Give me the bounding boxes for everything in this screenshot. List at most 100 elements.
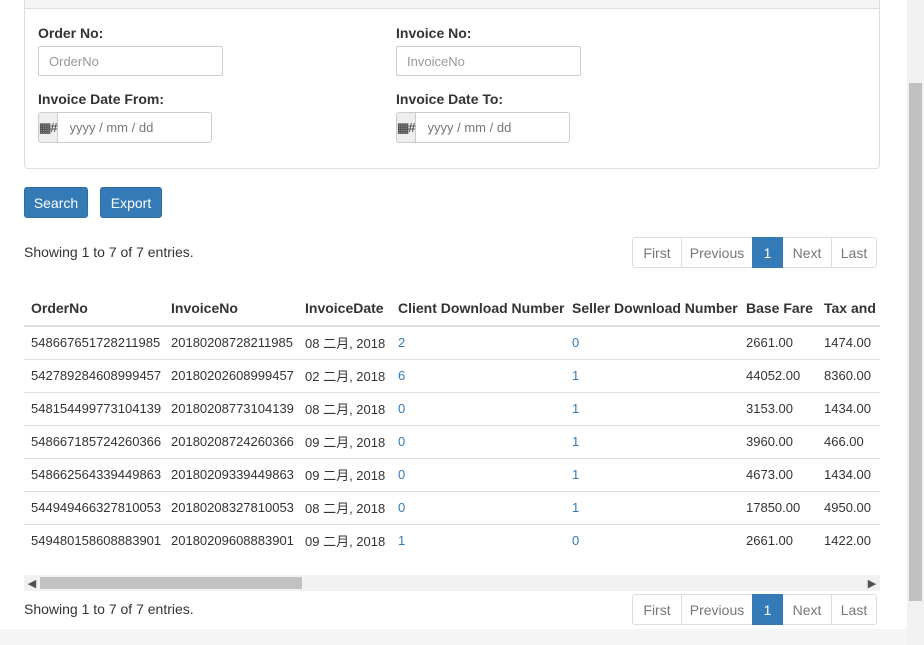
entries-info-top: Showing 1 to 7 of 7 entries.	[24, 244, 194, 260]
seller-download-link[interactable]: 1	[565, 424, 739, 458]
pagination-bottom: First Previous 1 Next Last	[632, 594, 877, 625]
page-previous-button[interactable]: Previous	[681, 594, 753, 625]
page-vertical-scrollbar[interactable]	[907, 0, 924, 645]
invoice-no-label: Invoice No:	[396, 25, 472, 41]
tax-cell: 4950.00	[817, 490, 880, 524]
invoice-no-cell: 20180209608883901	[164, 523, 298, 557]
order-no-label: Order No:	[38, 25, 104, 41]
export-button[interactable]: Export	[100, 187, 162, 218]
invoice-date-to-input[interactable]	[415, 113, 569, 142]
base-fare-cell: 3153.00	[739, 391, 817, 425]
search-button[interactable]: Search	[24, 187, 88, 218]
order-no-cell: 548154499773104139	[24, 391, 164, 425]
scrollbar-thumb[interactable]	[909, 83, 922, 601]
client-download-link[interactable]: 0	[391, 490, 565, 524]
order-no-cell: 548667185724260366	[24, 424, 164, 458]
page-bottom-strip	[0, 629, 907, 645]
invoice-no-cell: 20180208728211985	[164, 325, 298, 359]
table-header-row: OrderNo InvoiceNo InvoiceDate Client Dow…	[24, 290, 880, 327]
client-download-link[interactable]: 2	[391, 325, 565, 359]
page-first-button[interactable]: First	[632, 237, 682, 268]
scrollbar-thumb[interactable]	[40, 577, 302, 589]
order-no-cell: 549480158608883901	[24, 523, 164, 557]
table-row: 548667185724260366 20180208724260366 09 …	[24, 424, 880, 458]
table-row: 548662564339449863 20180209339449863 09 …	[24, 457, 880, 491]
table-row: 548154499773104139 20180208773104139 08 …	[24, 391, 880, 425]
column-header-client-download[interactable]: Client Download Number	[391, 290, 565, 327]
table-row: 544949466327810053 20180208327810053 08 …	[24, 490, 880, 524]
page-current-button[interactable]: 1	[752, 594, 783, 625]
page-previous-button[interactable]: Previous	[681, 237, 753, 268]
entries-info-bottom: Showing 1 to 7 of 7 entries.	[24, 601, 194, 617]
invoice-date-cell: 08 二月, 2018	[298, 325, 391, 359]
invoice-date-cell: 09 二月, 2018	[298, 457, 391, 491]
invoice-date-cell: 02 二月, 2018	[298, 358, 391, 392]
tax-cell: 1434.00	[817, 457, 880, 491]
invoice-table-container: OrderNo InvoiceNo InvoiceDate Client Dow…	[24, 290, 880, 558]
calendar-icon[interactable]: ▦#	[397, 113, 416, 142]
order-no-cell: 542789284608999457	[24, 358, 164, 392]
invoice-no-cell: 20180202608999457	[164, 358, 298, 392]
base-fare-cell: 44052.00	[739, 358, 817, 392]
seller-download-link[interactable]: 1	[565, 490, 739, 524]
invoice-date-cell: 08 二月, 2018	[298, 490, 391, 524]
seller-download-link[interactable]: 0	[565, 325, 739, 359]
invoice-date-from-group: ▦#	[38, 112, 212, 143]
invoice-no-input[interactable]	[396, 46, 581, 76]
client-download-link[interactable]: 0	[391, 424, 565, 458]
page-next-button[interactable]: Next	[782, 594, 832, 625]
client-download-link[interactable]: 1	[391, 523, 565, 557]
pagination-top: First Previous 1 Next Last	[632, 237, 877, 268]
table-row: 548667651728211985 20180208728211985 08 …	[24, 325, 880, 359]
client-download-link[interactable]: 6	[391, 358, 565, 392]
seller-download-link[interactable]: 1	[565, 457, 739, 491]
tax-cell: 8360.00	[817, 358, 880, 392]
column-header-tax[interactable]: Tax and	[817, 290, 880, 327]
invoice-no-cell: 20180209339449863	[164, 457, 298, 491]
base-fare-cell: 2661.00	[739, 325, 817, 359]
tax-cell: 1434.00	[817, 391, 880, 425]
order-no-cell: 548667651728211985	[24, 325, 164, 359]
filter-panel: Order No: Invoice No: Invoice Date From:…	[24, 0, 880, 169]
column-header-invoice-date[interactable]: InvoiceDate	[298, 290, 391, 327]
column-header-invoice-no[interactable]: InvoiceNo	[164, 290, 298, 327]
page-current-button[interactable]: 1	[752, 237, 783, 268]
table-row: 542789284608999457 20180202608999457 02 …	[24, 358, 880, 392]
tax-cell: 1422.00	[817, 523, 880, 557]
page-next-button[interactable]: Next	[782, 237, 832, 268]
table-horizontal-scrollbar[interactable]: ◀ ▶	[24, 575, 880, 591]
invoice-date-cell: 09 二月, 2018	[298, 424, 391, 458]
column-header-order-no[interactable]: OrderNo	[24, 290, 164, 327]
invoice-no-cell: 20180208327810053	[164, 490, 298, 524]
scroll-left-arrow-icon[interactable]: ◀	[24, 575, 40, 591]
tax-cell: 466.00	[817, 424, 880, 458]
invoice-date-cell: 08 二月, 2018	[298, 391, 391, 425]
page-last-button[interactable]: Last	[831, 594, 877, 625]
base-fare-cell: 4673.00	[739, 457, 817, 491]
calendar-icon[interactable]: ▦#	[39, 113, 58, 142]
order-no-input[interactable]	[38, 46, 223, 76]
scroll-right-arrow-icon[interactable]: ▶	[864, 575, 880, 591]
invoice-no-cell: 20180208773104139	[164, 391, 298, 425]
tax-cell: 1474.00	[817, 325, 880, 359]
seller-download-link[interactable]: 0	[565, 523, 739, 557]
column-header-seller-download[interactable]: Seller Download Number	[565, 290, 739, 327]
client-download-link[interactable]: 0	[391, 391, 565, 425]
order-no-cell: 544949466327810053	[24, 490, 164, 524]
page-first-button[interactable]: First	[632, 594, 682, 625]
base-fare-cell: 3960.00	[739, 424, 817, 458]
invoice-date-to-label: Invoice Date To:	[396, 91, 504, 107]
seller-download-link[interactable]: 1	[565, 391, 739, 425]
page-last-button[interactable]: Last	[831, 237, 877, 268]
column-header-base-fare[interactable]: Base Fare	[739, 290, 817, 327]
invoice-table: OrderNo InvoiceNo InvoiceDate Client Dow…	[24, 290, 880, 557]
order-no-cell: 548662564339449863	[24, 457, 164, 491]
seller-download-link[interactable]: 1	[565, 358, 739, 392]
invoice-date-from-input[interactable]	[57, 113, 211, 142]
invoice-date-cell: 09 二月, 2018	[298, 523, 391, 557]
client-download-link[interactable]: 0	[391, 457, 565, 491]
invoice-no-cell: 20180208724260366	[164, 424, 298, 458]
invoice-date-from-label: Invoice Date From:	[38, 91, 165, 107]
base-fare-cell: 17850.00	[739, 490, 817, 524]
table-row: 549480158608883901 20180209608883901 09 …	[24, 523, 880, 557]
